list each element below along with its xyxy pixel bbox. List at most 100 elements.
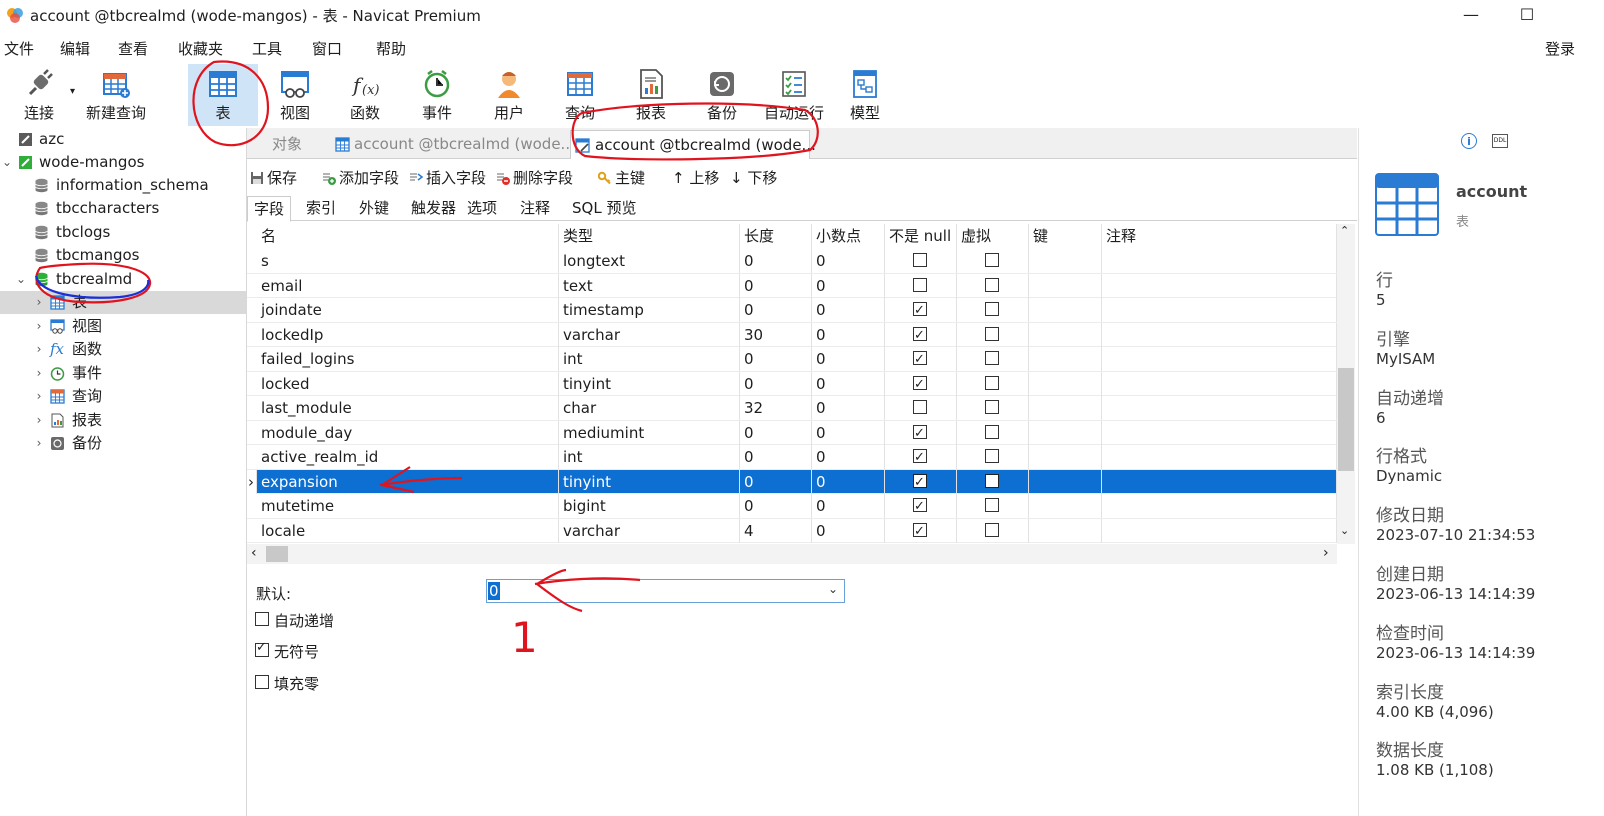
cell-length[interactable]: 0	[740, 469, 812, 494]
login-link[interactable]: 登录	[1545, 38, 1575, 59]
cell-key[interactable]	[1029, 249, 1102, 273]
menu-edit[interactable]: 编辑	[60, 38, 90, 59]
save-button[interactable]: 保存	[250, 167, 297, 188]
expand-chevron-icon[interactable]: ›	[32, 432, 46, 455]
cell-name[interactable]: active_realm_id	[257, 445, 559, 469]
toolbar-view-button[interactable]: 视图	[270, 64, 320, 126]
cell-comment[interactable]	[1102, 322, 1337, 347]
tree-item-tbcrealmd[interactable]: ⌄ tbcrealmd	[0, 268, 246, 291]
toolbar-function-button[interactable]: f (x) 函数	[340, 64, 390, 126]
table-row[interactable]: s longtext 0 0	[247, 249, 1337, 274]
cell-comment[interactable]	[1102, 420, 1337, 445]
scroll-right-icon[interactable]: ›	[1323, 545, 1329, 561]
column-header-not-null[interactable]: 不是 null	[885, 224, 957, 249]
table-row[interactable]: locale varchar 4 0	[247, 518, 1337, 544]
expand-chevron-icon[interactable]: ⌄	[14, 268, 28, 291]
cell-type[interactable]: mediumint	[559, 420, 740, 445]
cell-length[interactable]: 0	[740, 298, 812, 322]
cell-name[interactable]: locale	[257, 518, 559, 543]
connect-dropdown-icon[interactable]: ▾	[70, 86, 75, 97]
subtab-foreign-keys[interactable]: 外键	[353, 196, 395, 220]
cell-decimal[interactable]: 0	[812, 518, 885, 543]
not-null-checkbox[interactable]	[913, 348, 927, 372]
table-row[interactable]: failed_logins int 0 0	[247, 347, 1337, 372]
virtual-checkbox[interactable]	[985, 375, 999, 390]
virtual-checkbox[interactable]	[985, 326, 999, 341]
toolbar-user-button[interactable]: 用户	[484, 64, 534, 126]
tree-item-backups[interactable]: › 备份	[0, 432, 246, 455]
toolbar-connect-button[interactable]: 连接	[14, 64, 64, 126]
cell-comment[interactable]	[1102, 445, 1337, 469]
cell-comment[interactable]	[1102, 469, 1337, 494]
not-null-checkbox[interactable]	[913, 277, 927, 292]
tree-item-tbcmangos[interactable]: tbcmangos	[0, 244, 246, 267]
virtual-checkbox[interactable]	[985, 302, 999, 316]
cell-key[interactable]	[1029, 494, 1102, 518]
cell-decimal[interactable]: 0	[812, 469, 885, 494]
table-row[interactable]: active_realm_id int 0 0	[247, 445, 1337, 470]
cell-type[interactable]: timestamp	[559, 298, 740, 322]
tree-item-azc[interactable]: azc	[0, 128, 246, 151]
tree-item-information-schema[interactable]: information_schema	[0, 174, 246, 197]
menu-file[interactable]: 文件	[4, 38, 34, 59]
cell-type[interactable]: tinyint	[559, 469, 740, 494]
toolbar-model-button[interactable]: 模型	[840, 64, 890, 126]
cell-comment[interactable]	[1102, 518, 1337, 543]
expand-chevron-icon[interactable]: ›	[32, 409, 46, 432]
vertical-scrollbar-thumb[interactable]	[1338, 368, 1354, 471]
expand-chevron-icon[interactable]: ⌄	[0, 151, 14, 174]
table-row[interactable]: joindate timestamp 0 0	[247, 298, 1337, 323]
horizontal-scrollbar-thumb[interactable]	[266, 546, 288, 562]
column-header-decimal[interactable]: 小数点	[812, 224, 885, 249]
cell-decimal[interactable]: 0	[812, 273, 885, 298]
virtual-checkbox[interactable]	[985, 522, 999, 537]
not-null-checkbox[interactable]	[913, 400, 927, 414]
maximize-button[interactable]: ☐	[1516, 4, 1538, 26]
cell-comment[interactable]	[1102, 249, 1337, 273]
column-header-type[interactable]: 类型	[559, 224, 740, 249]
cell-key[interactable]	[1029, 322, 1102, 347]
cell-name[interactable]: s	[257, 249, 559, 273]
expand-chevron-icon[interactable]: ›	[32, 291, 46, 314]
virtual-checkbox[interactable]	[985, 351, 999, 365]
cell-comment[interactable]	[1102, 371, 1337, 396]
default-value-text[interactable]: 0	[488, 582, 500, 600]
cell-name[interactable]: failed_logins	[257, 347, 559, 371]
horizontal-scrollbar[interactable]: ‹ ›	[247, 544, 1337, 564]
cell-type[interactable]: int	[559, 445, 740, 469]
cell-name[interactable]: last_module	[257, 396, 559, 420]
not-null-checkbox[interactable]	[913, 520, 927, 544]
tree-item-views[interactable]: › 视图	[0, 315, 246, 338]
cell-comment[interactable]	[1102, 298, 1337, 322]
toolbar-event-button[interactable]: 事件	[412, 64, 462, 126]
delete-field-button[interactable]: 删除字段	[496, 167, 573, 188]
cell-decimal[interactable]: 0	[812, 371, 885, 396]
menu-help[interactable]: 帮助	[376, 38, 406, 59]
cell-comment[interactable]	[1102, 273, 1337, 298]
menu-view[interactable]: 查看	[118, 38, 148, 59]
cell-name[interactable]: module_day	[257, 420, 559, 445]
cell-length[interactable]: 0	[740, 273, 812, 298]
cell-decimal[interactable]: 0	[812, 298, 885, 322]
cell-length[interactable]: 0	[740, 347, 812, 371]
minimize-button[interactable]: —	[1460, 4, 1482, 26]
cell-decimal[interactable]: 0	[812, 445, 885, 469]
cell-comment[interactable]	[1102, 396, 1337, 420]
toolbar-schedule-button[interactable]: 自动运行	[762, 64, 826, 126]
toolbar-backup-button[interactable]: 备份	[697, 64, 747, 126]
not-null-checkbox[interactable]	[913, 422, 927, 446]
tree-item-functions[interactable]: › fx 函数	[0, 338, 246, 361]
subtab-sql-preview[interactable]: SQL 预览	[566, 196, 642, 220]
chevron-down-icon[interactable]: ⌄	[828, 582, 838, 596]
cell-name[interactable]: email	[257, 273, 559, 298]
subtab-fields[interactable]: 字段	[247, 196, 292, 222]
table-row[interactable]: › expansion tinyint 0 0	[247, 469, 1337, 495]
expand-chevron-icon[interactable]: ›	[32, 338, 46, 361]
cell-key[interactable]	[1029, 420, 1102, 445]
cell-decimal[interactable]: 0	[812, 494, 885, 518]
cell-type[interactable]: varchar	[559, 518, 740, 543]
tree-item-tbclogs[interactable]: tbclogs	[0, 221, 246, 244]
cell-type[interactable]: tinyint	[559, 371, 740, 396]
scroll-up-icon[interactable]: ⌃	[1340, 224, 1349, 237]
toolbar-table-button[interactable]: 表	[188, 64, 258, 126]
